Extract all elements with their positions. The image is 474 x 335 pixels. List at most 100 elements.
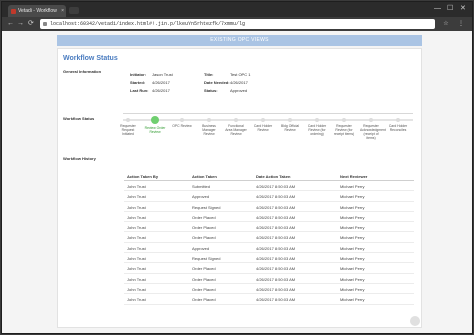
cell-action-taken: Order Placed — [192, 266, 216, 272]
col-action-taken[interactable]: Action Taken — [192, 174, 217, 179]
bookmark-star-icon[interactable]: ☆ — [442, 20, 450, 28]
initiator-value: Jason Trust — [152, 72, 173, 77]
page-info-icon[interactable] — [43, 22, 47, 26]
cell-action-taken: Approved — [192, 245, 210, 251]
cell-next-reviewer: Michael Perry — [340, 184, 365, 189]
table-row[interactable]: John Trust Order Placed 4/26/2017 8:50:03 … — [124, 284, 414, 295]
step-label: Requester Request Initiated — [120, 124, 136, 136]
table-row[interactable]: John Trust Request Signed 4/26/2017 8:50:0… — [124, 253, 414, 264]
cell-next-reviewer: Michael Perry — [340, 266, 365, 272]
workflow-step: Requester Review (for receipt items) — [333, 116, 355, 136]
col-next-reviewer[interactable]: Next Reviewer — [340, 174, 367, 179]
reload-button[interactable]: ⟳ — [28, 19, 34, 29]
favicon-icon — [11, 9, 16, 14]
new-tab-button[interactable] — [69, 7, 79, 14]
table-row[interactable]: John Trust Approved 4/26/2017 8:50:03 AM Mi… — [124, 243, 414, 254]
table-row[interactable]: John Trust Request Signed 4/26/2017 8:50:0… — [124, 202, 414, 212]
cell-action-taken: Request Signed — [192, 204, 221, 210]
workflow-step: Bldg Official Review — [279, 116, 301, 132]
cell-date: 4/26/2017 8:50:03 AM — [256, 256, 296, 262]
cell-action-taken-by: John Trust — [127, 235, 146, 241]
status-value: Approved — [230, 88, 248, 93]
cell-action-taken: Submitted — [192, 184, 211, 189]
initiator-label: Initiator: — [130, 72, 146, 77]
step-label: OPC Review — [172, 124, 192, 128]
table-row[interactable]: John Trust Approved 4/26/2017 8:50:03 AM Mi… — [124, 191, 414, 202]
step-dot — [288, 118, 292, 122]
cell-next-reviewer: Michael Perry — [340, 286, 365, 292]
last-run-label: Last Run: — [130, 88, 149, 93]
minimize-button[interactable]: — — [434, 4, 441, 14]
title-label: Title: — [204, 72, 214, 77]
started-value: 4/26/2017 — [152, 80, 170, 85]
maximize-button[interactable]: ☐ — [447, 4, 453, 14]
cell-date: 4/26/2017 8:50:03 AM — [256, 286, 296, 292]
cell-action-taken-by: John Trust — [127, 184, 146, 189]
step-dot — [261, 118, 265, 122]
cell-next-reviewer: Michael Perry — [340, 256, 365, 262]
cell-date: 4/26/2017 8:50:03 AM — [256, 276, 296, 282]
step-dot — [315, 118, 319, 122]
status-label: Status: — [204, 88, 218, 93]
cell-action-taken: Order Placed — [192, 225, 216, 231]
cell-action-taken: Order Placed — [192, 235, 216, 241]
general-info-label: General Information — [63, 69, 102, 74]
cell-next-reviewer: Michael Perry — [340, 194, 365, 200]
cell-next-reviewer: Michael Perry — [340, 204, 365, 210]
step-dot — [234, 118, 238, 122]
step-dot — [342, 118, 346, 122]
cell-action-taken: Order Placed — [192, 214, 216, 220]
cell-action-taken-by: John Trust — [127, 225, 146, 231]
cell-date: 4/26/2017 8:50:03 AM — [256, 225, 296, 231]
col-action-taken-by[interactable]: Action Taken By — [127, 174, 158, 179]
cell-next-reviewer: Michael Perry — [340, 235, 365, 241]
cell-next-reviewer: Michael Perry — [340, 225, 365, 231]
tab-bar: Vetadi - Workflow an... × — ☐ ✕ — [2, 2, 472, 26]
cell-action-taken-by: John Trust — [127, 256, 146, 262]
workflow-card: Workflow Status General Information Init… — [57, 48, 422, 328]
browser-tab[interactable]: Vetadi - Workflow an... × — [8, 5, 66, 26]
cell-action-taken-by: John Trust — [127, 204, 146, 210]
date-needed-label: Date Needed: — [204, 80, 230, 85]
cell-date: 4/26/2017 8:50:03 AM — [256, 266, 296, 272]
table-row[interactable]: John Trust Order Placed 4/26/2017 8:50:03 … — [124, 222, 414, 233]
cell-action-taken: Order Placed — [192, 286, 216, 292]
divider — [123, 113, 413, 114]
workflow-step: Review Order Review — [144, 116, 166, 134]
views-banner[interactable]: EXISTING OPC VIEWS — [57, 35, 422, 46]
workflow-history-label: Workflow History — [63, 156, 96, 161]
scroll-top-button[interactable] — [410, 316, 420, 326]
page-title: Workflow Status — [63, 55, 118, 62]
cell-date: 4/26/2017 8:50:03 AM — [256, 204, 296, 210]
step-label: Card Holder Reconciles — [388, 124, 408, 132]
step-label: Card Holder Review — [253, 124, 273, 132]
cell-action-taken-by: John Trust — [127, 194, 146, 200]
close-tab-icon[interactable]: × — [61, 5, 64, 17]
browser-window: Vetadi - Workflow an... × — ☐ ✕ ← → ⟳ lo… — [1, 1, 473, 334]
cell-next-reviewer: Michael Perry — [340, 276, 365, 282]
page-viewport: EXISTING OPC VIEWS Workflow Status Gener… — [2, 31, 472, 333]
table-row[interactable]: John Trust Order Placed 4/26/2017 8:50:03 … — [124, 274, 414, 284]
address-bar[interactable]: localhost:60342/vetadi/index.html#!.jin.… — [40, 19, 435, 29]
forward-button[interactable]: → — [17, 19, 24, 29]
table-row[interactable]: John Trust Order Placed 4/26/2017 8:50:03 … — [124, 212, 414, 223]
table-row[interactable]: John Trust Order Placed 4/26/2017 8:50:03 … — [124, 232, 414, 243]
table-row[interactable]: John Trust Submitted 4/26/2017 8:50:03 AM M… — [124, 181, 414, 192]
last-run-value: 4/26/2017 — [152, 88, 170, 93]
workflow-step: Business Manager Review — [198, 116, 220, 136]
step-label: Requester Review (for receipt items) — [333, 124, 355, 136]
table-row[interactable]: John Trust Order Placed 4/26/2017 8:50:03 … — [124, 263, 414, 274]
back-button[interactable]: ← — [7, 19, 14, 29]
cell-date: 4/26/2017 8:50:03 AM — [256, 194, 296, 200]
workflow-step: Card Holder Review (for ordering) — [306, 116, 328, 136]
address-text: localhost:60342/vetadi/index.html#!.jin.… — [50, 21, 246, 27]
cell-action-taken: Order Placed — [192, 297, 216, 303]
cell-next-reviewer: Michael Perry — [340, 214, 365, 220]
cell-action-taken-by: John Trust — [127, 286, 146, 292]
cell-action-taken: Order Placed — [192, 276, 216, 282]
close-window-button[interactable]: ✕ — [460, 4, 466, 14]
col-date-action-taken[interactable]: Date Action Taken — [256, 174, 290, 179]
table-row[interactable]: John Trust Order Placed 4/26/2017 8:50:03 … — [124, 294, 414, 305]
menu-icon[interactable]: ⋮ — [457, 20, 465, 28]
toolbar: ← → ⟳ localhost:60342/vetadi/index.html#… — [2, 17, 472, 31]
